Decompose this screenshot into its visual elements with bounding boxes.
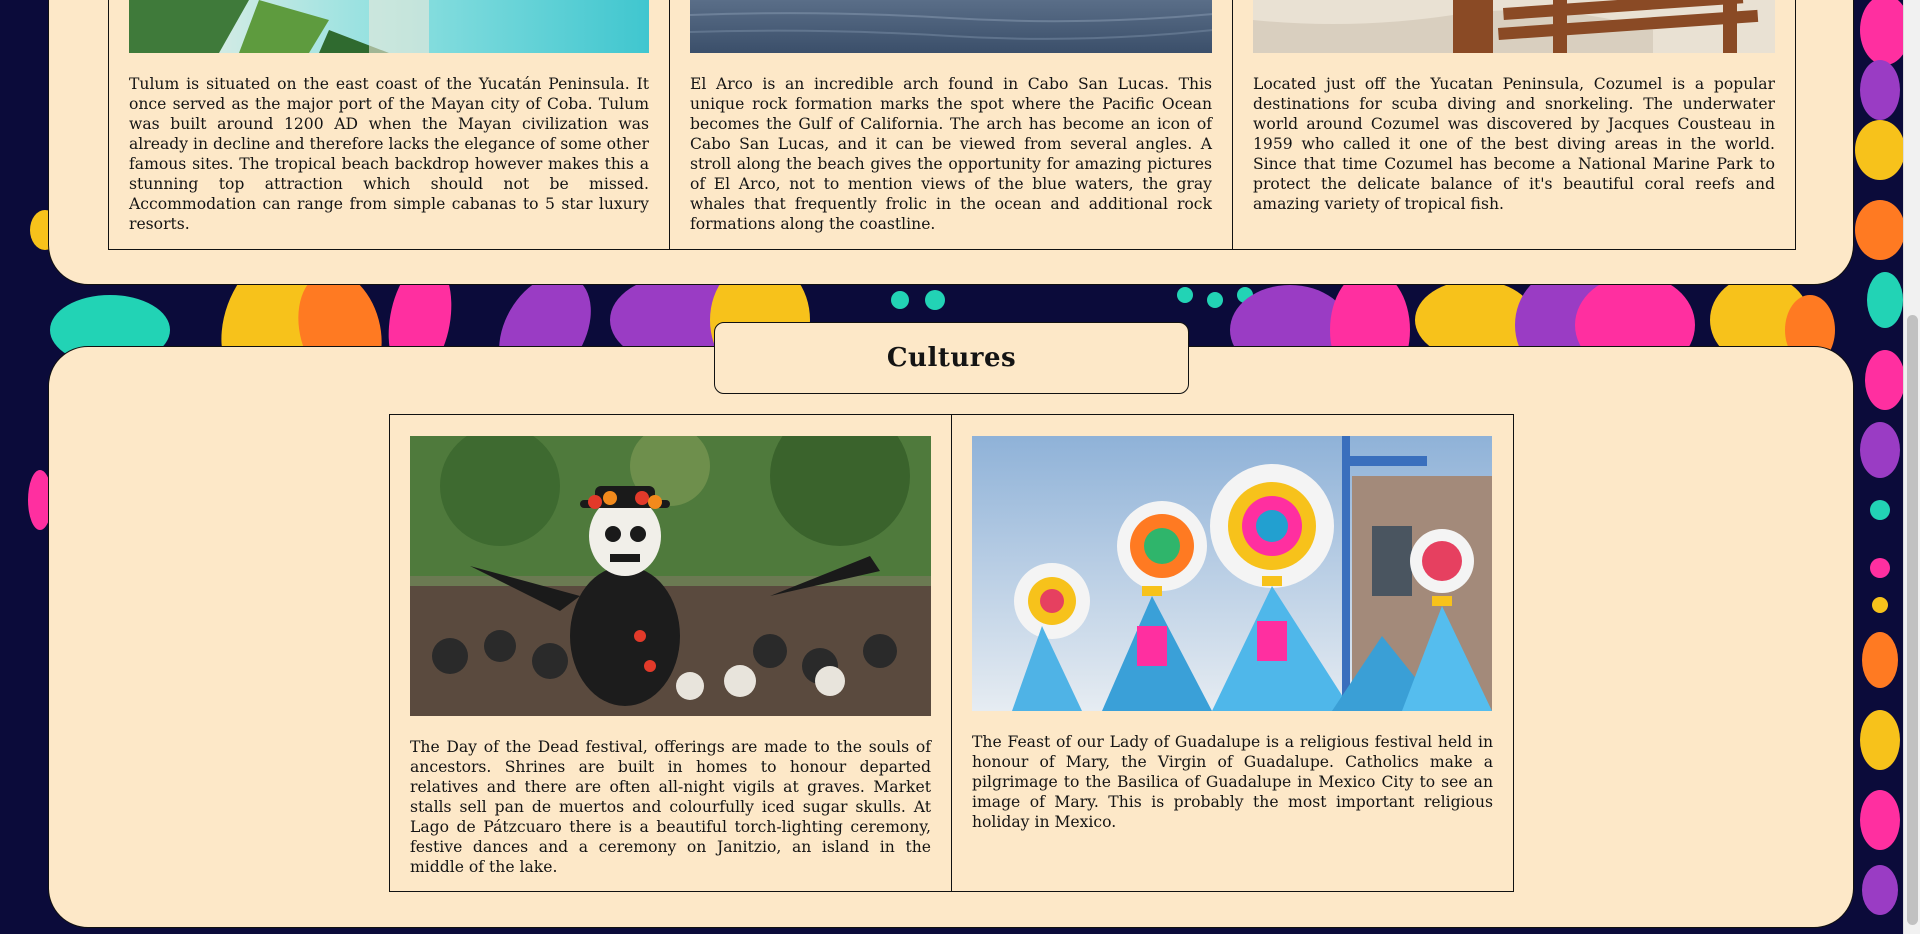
tulum-description: Tulum is situated on the east coast of t… xyxy=(129,75,649,233)
destinations-row: Tulum is situated on the east coast of t… xyxy=(108,0,1796,250)
guadalupe-card: The Feast of our Lady of Guadalupe is a … xyxy=(952,414,1514,892)
cozumel-beach-chairs-photo-icon xyxy=(1253,0,1775,53)
scrollbar-thumb[interactable] xyxy=(1907,315,1918,925)
cozumel-card: Located just off the Yucatan Peninsula, … xyxy=(1233,0,1796,250)
el-arco-ocean-photo-icon xyxy=(690,0,1212,53)
day-of-dead-description: The Day of the Dead festival, offerings … xyxy=(410,738,931,876)
el-arco-description: El Arco is an incredible arch found in C… xyxy=(690,75,1212,233)
cultures-heading: Cultures xyxy=(714,322,1189,394)
tulum-card: Tulum is situated on the east coast of t… xyxy=(108,0,670,250)
el-arco-card: El Arco is an incredible arch found in C… xyxy=(670,0,1233,250)
tulum-beach-photo-icon xyxy=(129,0,649,53)
cozumel-description: Located just off the Yucatan Peninsula, … xyxy=(1253,75,1775,213)
page-scrollbar[interactable] xyxy=(1903,0,1920,934)
day-of-dead-card: The Day of the Dead festival, offerings … xyxy=(389,414,952,892)
cultures-row: The Day of the Dead festival, offerings … xyxy=(389,414,1514,892)
guadalupe-feast-dancers-photo-icon xyxy=(972,436,1493,711)
guadalupe-description: The Feast of our Lady of Guadalupe is a … xyxy=(972,733,1493,831)
day-of-the-dead-parade-photo-icon xyxy=(410,436,931,716)
